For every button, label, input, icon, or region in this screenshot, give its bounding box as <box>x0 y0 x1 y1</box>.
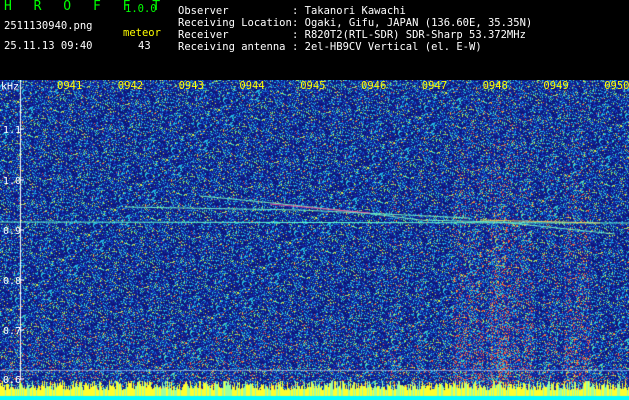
date-time: 25.11.13 09:40 <box>4 40 93 52</box>
y-axis-ticks: 1.1 1.0 0.9 0.8 0.7 0.6 <box>3 125 24 386</box>
meteor-label: meteor <box>123 27 161 39</box>
time-label: 0949 <box>543 80 568 92</box>
time-label: 0941 <box>57 80 82 92</box>
file-name: 2511130940.png <box>4 20 93 32</box>
meteor-count: 43 <box>138 40 151 52</box>
time-labels: 0941 0942 0943 0944 0945 0946 0947 0948 0949 0950 <box>57 80 629 92</box>
y-tick-label: 0.8 <box>3 276 21 287</box>
y-tick-label: 1.1 <box>3 125 21 136</box>
time-label: 0943 <box>179 80 204 92</box>
info-label-antenna: Receiving antenna <box>178 41 286 53</box>
info-value-observer: : Takanori Kawachi <box>292 5 406 17</box>
spectrogram: kHz 1.1 1.0 0.9 0.8 0.7 0.6 0941 0942 0943 0944 0… <box>0 80 629 400</box>
time-label: 0946 <box>361 80 386 92</box>
time-label: 0945 <box>300 80 325 92</box>
time-label: 0947 <box>422 80 447 92</box>
info-value-receiver: : R820T2(RTL-SDR) SDR-Sharp 53.372MHz <box>292 29 526 41</box>
spectrogram-overlay: kHz 1.11.00.90.80.70.6 0941 0942 0943 0944 0… <box>1 80 629 386</box>
time-label: 0948 <box>483 80 508 92</box>
y-tick-label: 0.9 <box>3 226 21 237</box>
time-label: 0944 <box>239 80 264 92</box>
y-tick-label: 0.6 <box>3 375 21 386</box>
info-label-receiver: Receiver <box>178 29 229 41</box>
info-value-antenna: : 2el-HB9CV Vertical (el. E-W) <box>292 41 482 53</box>
y-tick-label: 1.0 <box>3 176 21 187</box>
app-version: 1.0.0 <box>125 3 157 15</box>
header-panel: H R O F F T 1.0.0 2511130940.png 25.11.1… <box>0 0 629 80</box>
info-label-observer: Observer <box>178 5 229 17</box>
y-unit-label: kHz <box>1 81 19 92</box>
info-value-location: : Ogaki, Gifu, JAPAN (136.60E, 35.35N) <box>292 17 533 29</box>
info-label-location: Receiving Location <box>178 17 292 29</box>
y-tick-label: 0.7 <box>3 326 21 337</box>
time-label: 0950 <box>604 80 629 92</box>
time-label: 0942 <box>118 80 143 92</box>
